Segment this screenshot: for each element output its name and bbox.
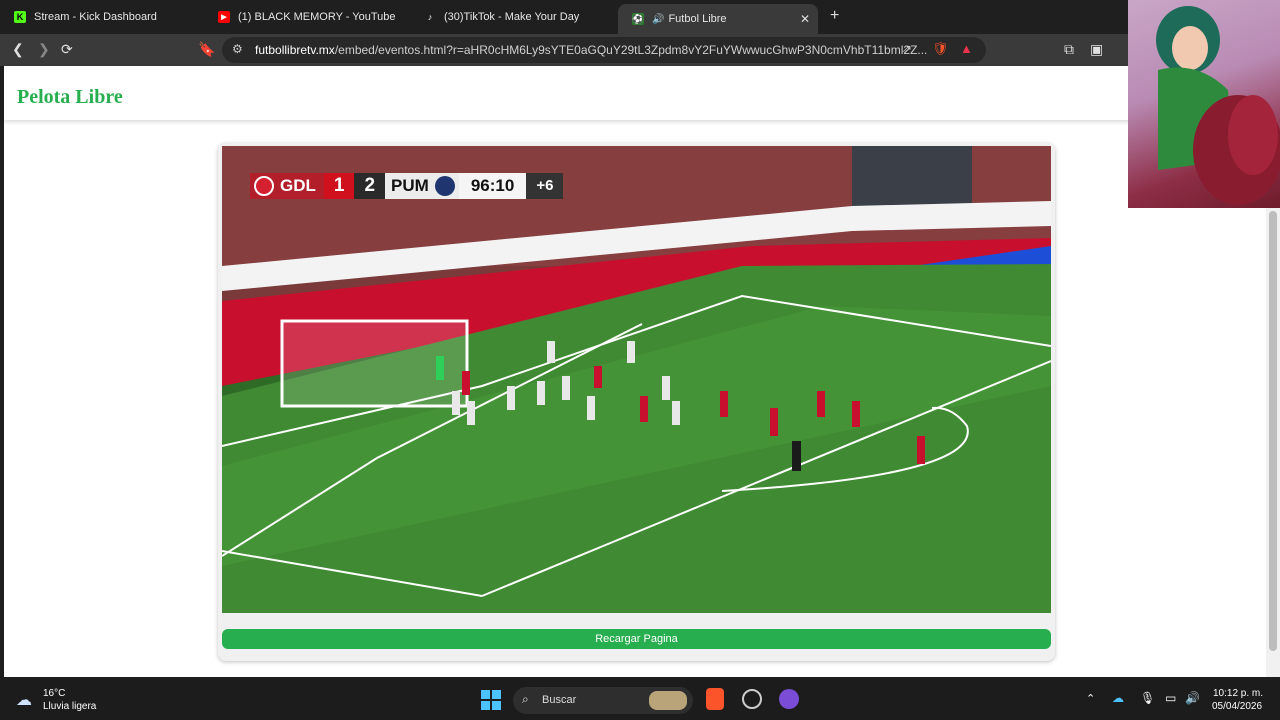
added-time: +6	[526, 173, 564, 199]
tab-futbol-libre[interactable]: ⚽ 🔊 Futbol Libre ✕	[618, 4, 818, 34]
browser-toolbar: ❮ ❯ ⟳ 🔖 ⚙ futbollibretv.mx/embed/eventos…	[0, 34, 1280, 66]
address-bar[interactable]: ⚙ futbollibretv.mx/embed/eventos.html?r=…	[222, 37, 986, 63]
tab-title: (1) BLACK MEMORY - YouTube	[238, 11, 396, 23]
web-page: Pelota Libre GDL 1 2 PUM 96:10 +6 Recarg…	[4, 66, 1266, 677]
taskbar-date[interactable]: 05/04/2026	[1212, 701, 1262, 712]
site-title[interactable]: Pelota Libre	[17, 86, 123, 109]
search-icon: ⌕	[522, 692, 529, 706]
show-hidden-icons-icon[interactable]: ⌃	[1086, 692, 1095, 705]
tab-youtube[interactable]: ▶ (1) BLACK MEMORY - YouTube	[204, 4, 409, 30]
speaker-icon: 🔊	[652, 13, 665, 25]
webcam-overlay	[1128, 0, 1280, 208]
browser-tabstrip: K Stream - Kick Dashboard ▶ (1) BLACK ME…	[0, 0, 1280, 34]
back-button[interactable]: ❮	[12, 41, 24, 58]
tab-title: Stream - Kick Dashboard	[34, 11, 157, 23]
url-text: futbollibretv.mx/embed/eventos.html?r=aH…	[255, 43, 928, 57]
soccer-icon: ⚽	[632, 13, 644, 25]
extensions-icon[interactable]: ⧉	[1064, 41, 1074, 58]
site-settings-icon[interactable]: ⚙	[232, 42, 243, 56]
home-score: 1	[323, 173, 355, 199]
tab-title: Futbol Libre	[668, 13, 727, 25]
player-card: GDL 1 2 PUM 96:10 +6 Recargar Pagina	[218, 143, 1055, 661]
tab-title: (30)TikTok - Make Your Day	[444, 11, 580, 23]
bookmark-icon[interactable]: 🔖	[198, 41, 215, 58]
chivas-crest-icon	[254, 176, 274, 196]
reload-icon[interactable]: ⟳	[61, 41, 73, 58]
search-placeholder: Buscar	[542, 694, 577, 706]
scrollbar-thumb[interactable]	[1269, 211, 1277, 651]
sidebar-icon[interactable]: ▣	[1090, 41, 1103, 58]
chat-app-icon[interactable]	[779, 689, 799, 709]
scoreboard: GDL 1 2 PUM 96:10 +6	[250, 173, 564, 199]
video-player[interactable]: GDL 1 2 PUM 96:10 +6	[222, 146, 1051, 613]
windows-start-icon[interactable]	[481, 690, 501, 710]
home-team: GDL	[250, 173, 324, 199]
away-score: 2	[354, 173, 386, 199]
kick-icon: K	[14, 11, 26, 23]
away-team: PUM	[385, 173, 459, 199]
onedrive-icon[interactable]: ☁	[1112, 691, 1124, 705]
tab-tiktok[interactable]: ♪ (30)TikTok - Make Your Day	[410, 4, 615, 30]
forward-button[interactable]: ❯	[38, 41, 50, 58]
weather-desc[interactable]: Lluvia ligera	[43, 701, 96, 712]
taskbar-time[interactable]: 10:12 p. m.	[1213, 688, 1263, 699]
search-highlight-icon	[649, 691, 687, 710]
anime-character-image	[1156, 6, 1280, 205]
microphone-icon[interactable]: 🎙	[1140, 691, 1155, 705]
youtube-icon: ▶	[218, 11, 230, 23]
weather-icon[interactable]: ☁	[16, 690, 32, 710]
pumas-crest-icon	[434, 176, 455, 196]
reload-page-button[interactable]: Recargar Pagina	[222, 629, 1051, 649]
match-clock: 96:10	[458, 173, 527, 199]
tab-kick[interactable]: K Stream - Kick Dashboard	[0, 4, 205, 30]
close-tab-icon[interactable]: ✕	[800, 12, 810, 26]
share-icon[interactable]: ⇗	[902, 42, 912, 56]
site-header: Pelota Libre	[4, 66, 1266, 120]
new-tab-button[interactable]: +	[830, 7, 839, 25]
network-icon[interactable]: ▭	[1165, 691, 1176, 705]
brave-browser-icon[interactable]	[706, 688, 724, 710]
brave-shields-icon[interactable]: 🛡	[932, 41, 949, 57]
weather-temp[interactable]: 16°C	[43, 688, 65, 699]
windows-taskbar: ☁ 16°C Lluvia ligera ⌕ Buscar ⌃ ☁ 🎙 ▭ 🔊 …	[0, 680, 1280, 720]
tiktok-icon: ♪	[427, 12, 433, 22]
obs-icon[interactable]	[742, 689, 762, 709]
brave-rewards-icon[interactable]: ▲	[960, 41, 973, 56]
taskbar-search[interactable]: ⌕ Buscar	[513, 687, 693, 714]
volume-icon[interactable]: 🔊	[1185, 691, 1200, 705]
soccer-video-frame	[222, 146, 1051, 613]
